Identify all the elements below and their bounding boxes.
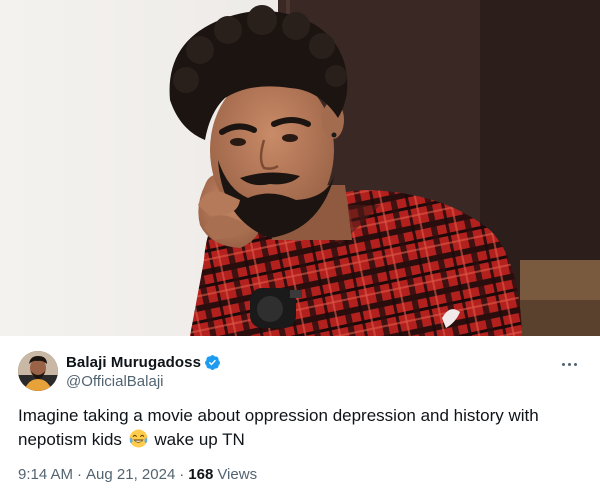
views-label: Views	[217, 466, 258, 483]
tweet-text: Imagine taking a movie about oppression …	[18, 404, 578, 452]
meta-separator: ·	[77, 466, 83, 483]
tweet-media-image[interactable]	[0, 0, 600, 336]
author-handle[interactable]: @OfficialBalaji	[66, 372, 221, 391]
tweet-author-row: Balaji Murugadoss @OfficialBalaji	[18, 351, 582, 391]
avatar-photo	[18, 351, 58, 391]
views-count: 168	[188, 466, 214, 483]
tweet-date[interactable]: Aug 21, 2024	[86, 466, 175, 483]
tweet-card: Balaji Murugadoss @OfficialBalaji Imagin…	[0, 336, 600, 500]
man-portrait-photo	[0, 0, 600, 336]
tweet-text-tail: wake up TN	[154, 430, 245, 449]
verified-badge-icon	[205, 354, 220, 370]
meta-separator: ·	[179, 466, 185, 483]
avatar[interactable]	[18, 351, 58, 391]
tweet-metadata: 9:14 AM · Aug 21, 2024 · 168 Views	[18, 466, 257, 483]
tweet-time[interactable]: 9:14 AM	[18, 466, 73, 483]
face-with-tears-of-joy-icon	[129, 429, 148, 448]
author-display-name[interactable]: Balaji Murugadoss	[66, 354, 201, 371]
tweet-text-main: Imagine taking a movie about oppression …	[18, 406, 539, 449]
more-options-icon[interactable]	[558, 357, 580, 371]
